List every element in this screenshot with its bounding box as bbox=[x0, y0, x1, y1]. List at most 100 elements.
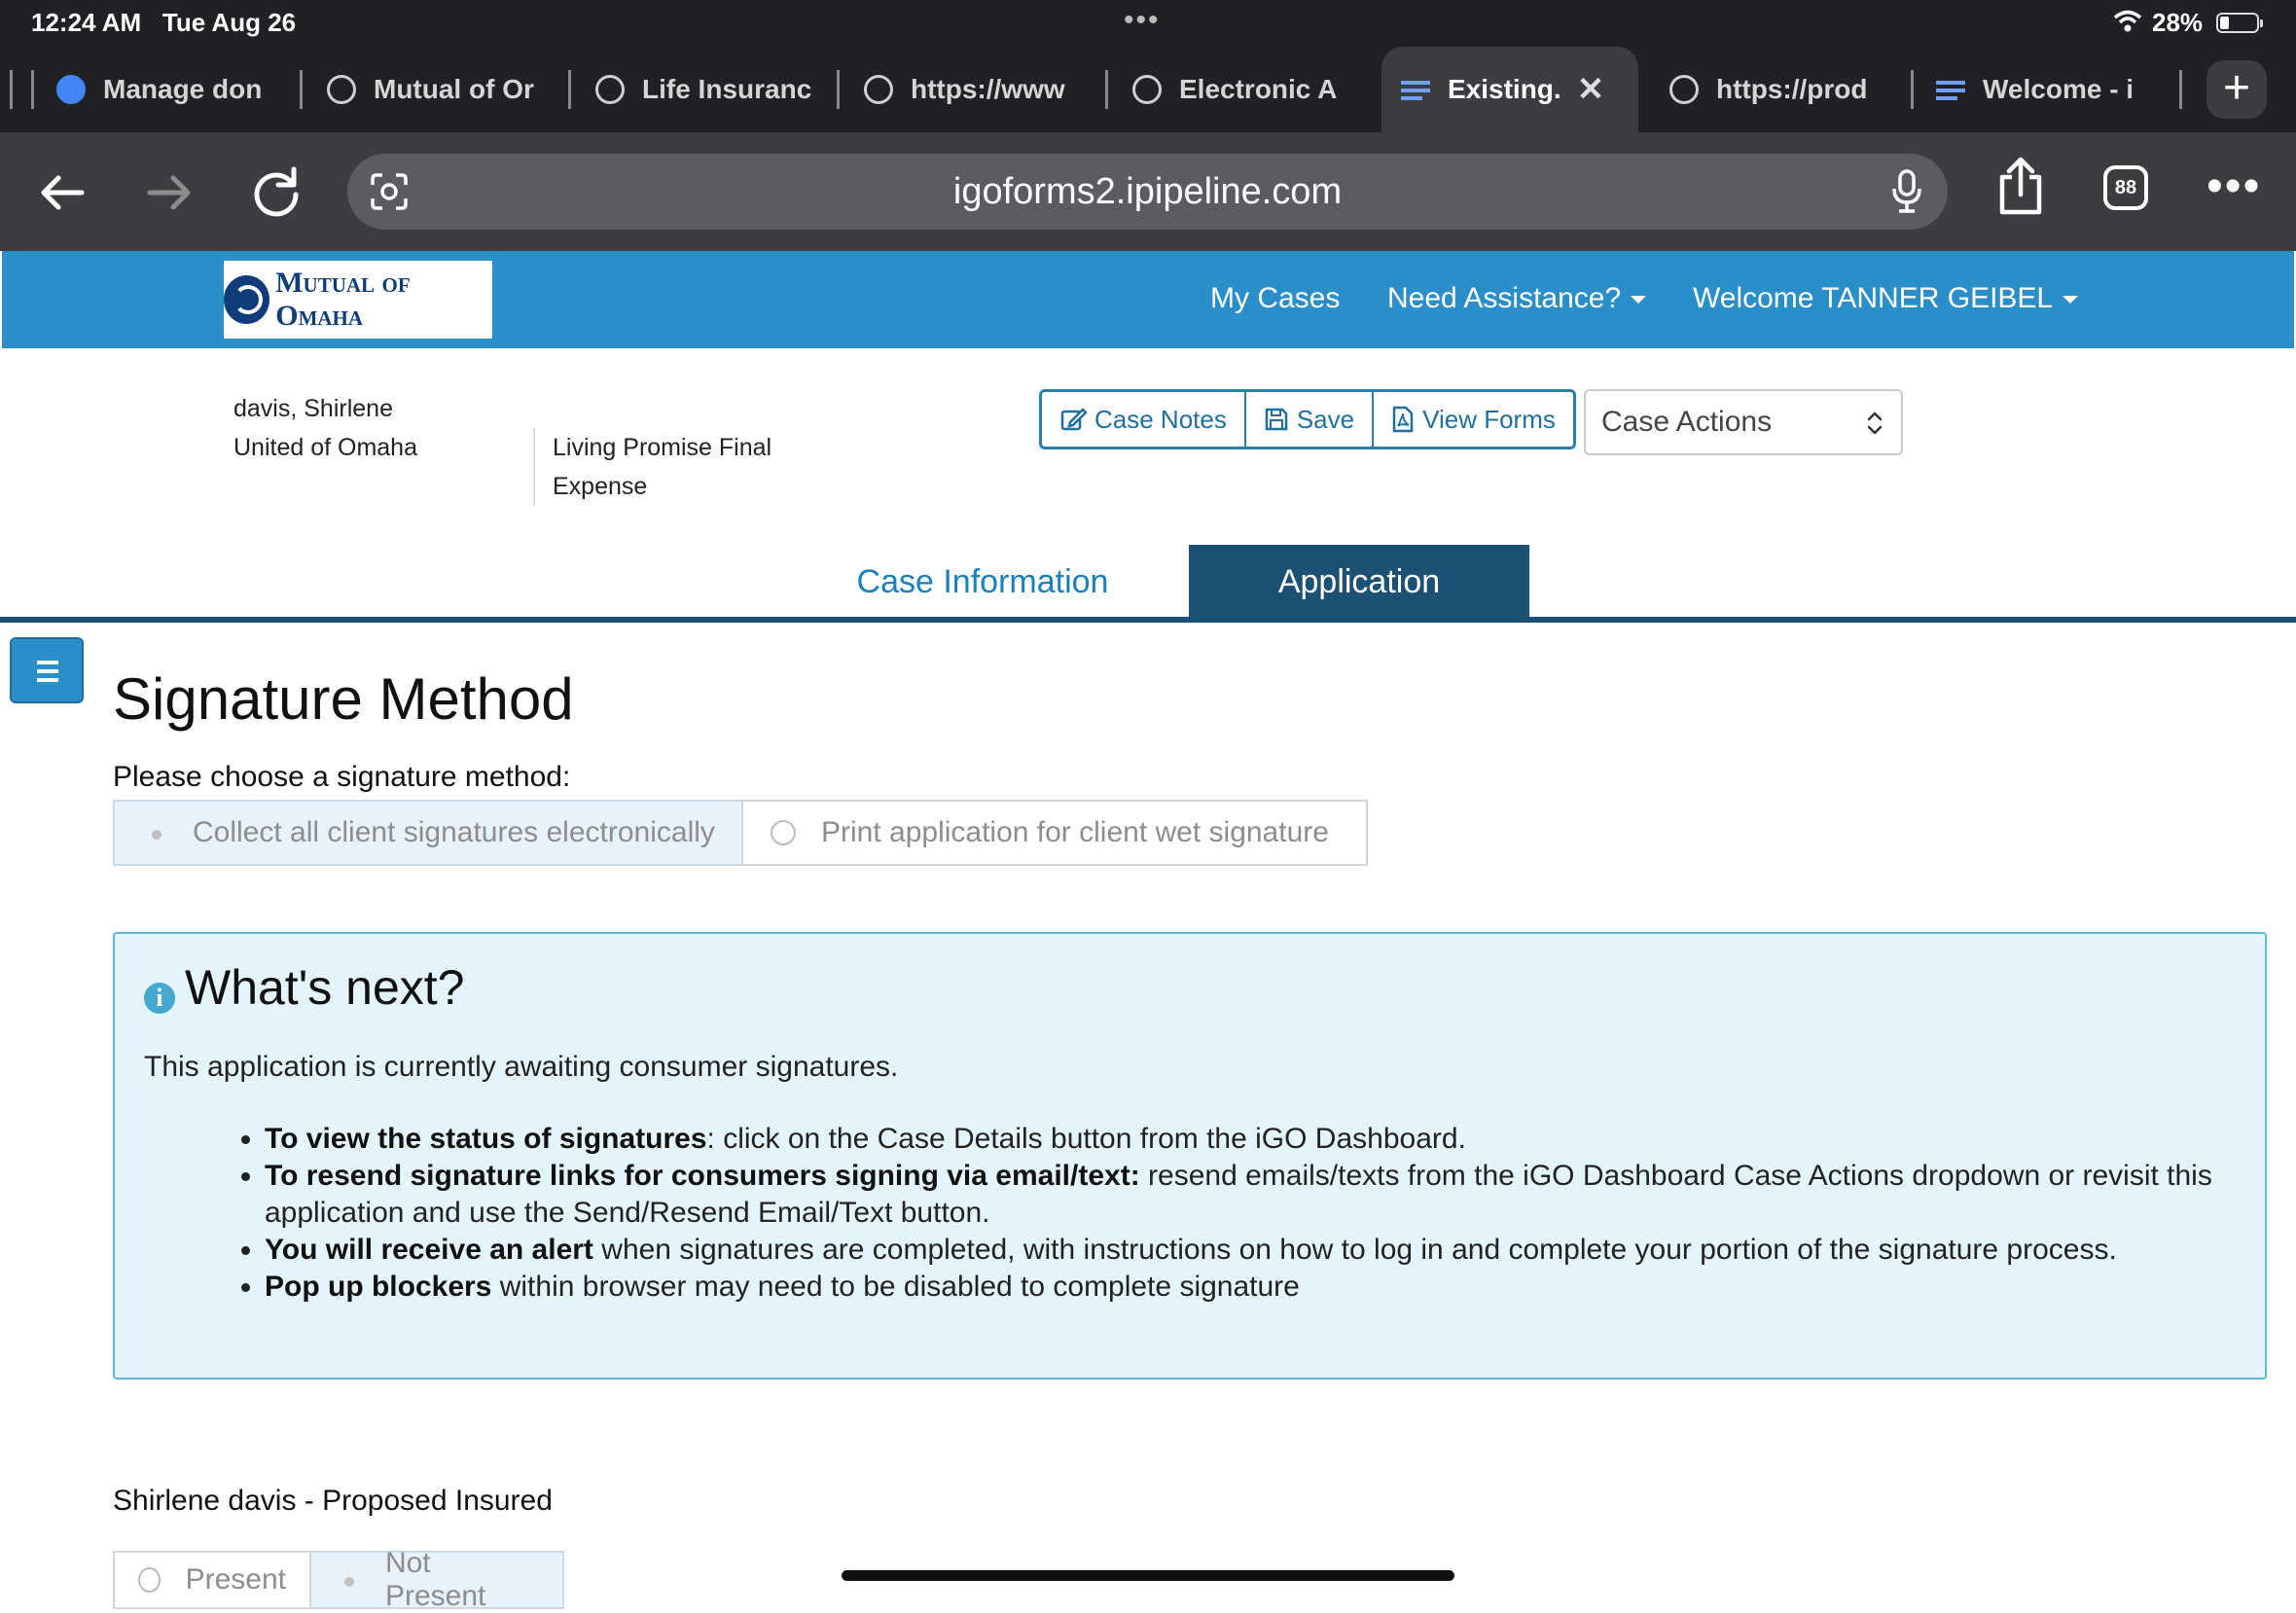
menu-bar bbox=[37, 661, 58, 664]
present-label: Present bbox=[185, 1563, 286, 1595]
list-item: You will receive an alert when signature… bbox=[265, 1232, 2249, 1269]
tab-label: Welcome - i bbox=[1983, 74, 2135, 104]
info-icon: i bbox=[144, 983, 175, 1014]
battery-icon bbox=[2216, 13, 2263, 33]
company-name: United of Omaha bbox=[233, 434, 417, 461]
tab-label: Life Insuranc bbox=[642, 74, 812, 104]
case-button-group: Case Notes Save View Forms bbox=[1039, 389, 1576, 449]
bullet-text: when signatures are completed, with inst… bbox=[592, 1234, 2117, 1266]
page-title: Signature Method bbox=[113, 666, 574, 732]
browser-tab[interactable]: https://www bbox=[864, 47, 1101, 132]
signature-method-radio-group: Collect all client signatures electronic… bbox=[113, 800, 1368, 866]
whats-next-list: To view the status of signatures: click … bbox=[245, 1121, 2249, 1306]
product-line-1: Living Promise Final bbox=[553, 434, 772, 461]
menu-lines-icon bbox=[1401, 75, 1430, 104]
browser-toolbar: igoforms2.ipipeline.com 88 ••• bbox=[0, 132, 2296, 251]
electronic-signature-option[interactable]: Collect all client signatures electronic… bbox=[113, 800, 743, 866]
browser-tab-active[interactable]: Existing. ✕ bbox=[1381, 47, 1638, 132]
tab-label: Mutual of Or bbox=[374, 74, 534, 104]
menu-bar bbox=[37, 669, 58, 673]
forward-arrow-icon[interactable] bbox=[138, 161, 200, 224]
multitasking-dots-icon[interactable]: ••• bbox=[1124, 4, 1161, 37]
view-forms-label: View Forms bbox=[1422, 404, 1556, 434]
bullet-bold: To view the status of signatures bbox=[265, 1123, 707, 1155]
radio-unselected-icon bbox=[771, 820, 796, 845]
list-item: Pop up blockers within browser may need … bbox=[265, 1269, 2249, 1306]
mutual-omaha-icon bbox=[595, 75, 625, 104]
back-arrow-icon[interactable] bbox=[31, 161, 93, 224]
not-present-option[interactable]: Not Present bbox=[311, 1547, 564, 1612]
divider bbox=[533, 428, 535, 506]
close-tab-icon[interactable]: ✕ bbox=[1577, 70, 1605, 109]
browser-tab[interactable]: https://prod bbox=[1669, 47, 1909, 132]
wet-signature-option[interactable]: Print application for client wet signatu… bbox=[743, 800, 1368, 866]
case-notes-button[interactable]: Case Notes bbox=[1042, 392, 1246, 447]
tab-case-information[interactable]: Case Information bbox=[798, 545, 1167, 619]
tab-separator bbox=[1105, 70, 1108, 109]
tab-count-text: 88 bbox=[2114, 177, 2137, 198]
sidebar-menu-button[interactable] bbox=[10, 637, 84, 703]
new-tab-button[interactable]: + bbox=[2206, 60, 2267, 119]
reload-icon[interactable] bbox=[245, 161, 307, 224]
menu-lines-icon bbox=[1936, 75, 1965, 104]
my-cases-link[interactable]: My Cases bbox=[1210, 282, 1340, 315]
bullet-bold: To resend signature links for consumers … bbox=[265, 1160, 1140, 1192]
caret-down-icon bbox=[1631, 296, 1647, 305]
not-present-label: Not Present bbox=[384, 1547, 486, 1612]
time-text: 12:24 AM bbox=[31, 8, 142, 37]
bullet-bold: Pop up blockers bbox=[265, 1271, 492, 1303]
browser-tab[interactable]: Mutual of Or bbox=[327, 47, 564, 132]
tab-count-button[interactable]: 88 bbox=[2103, 165, 2148, 210]
whats-next-description: This application is currently awaiting c… bbox=[144, 1051, 899, 1083]
save-label: Save bbox=[1296, 404, 1355, 434]
lion-logo-icon bbox=[224, 275, 270, 324]
present-option[interactable]: Present bbox=[113, 1551, 311, 1609]
electronic-option-label: Collect all client signatures electronic… bbox=[193, 816, 715, 848]
tab-separator bbox=[568, 70, 571, 109]
radio-unselected-icon bbox=[138, 1567, 161, 1593]
mutual-of-omaha-logo[interactable]: Mutual of Omaha bbox=[224, 261, 492, 339]
need-assistance-dropdown[interactable]: Need Assistance? bbox=[1387, 282, 1647, 315]
tab-separator bbox=[1911, 70, 1914, 109]
battery-percent: 28% bbox=[2152, 8, 2204, 37]
browser-tab[interactable]: Welcome - i bbox=[1936, 47, 2154, 132]
case-actions-select[interactable]: Case Actions bbox=[1584, 389, 1903, 455]
url-text: igoforms2.ipipeline.com bbox=[952, 171, 1343, 212]
more-options-icon[interactable]: ••• bbox=[2206, 160, 2261, 213]
tab-label: https://www bbox=[911, 74, 1065, 104]
wifi-icon bbox=[2113, 10, 2142, 32]
share-icon[interactable] bbox=[1994, 156, 2047, 218]
status-time: 12:24 AM Tue Aug 26 bbox=[31, 8, 296, 38]
product-line-2: Expense bbox=[553, 473, 648, 500]
browser-tab[interactable]: Manage don bbox=[56, 47, 296, 132]
signature-method-label: Please choose a signature method: bbox=[113, 761, 571, 793]
radio-selected-icon bbox=[335, 1567, 360, 1593]
address-bar[interactable]: igoforms2.ipipeline.com bbox=[347, 154, 1948, 230]
tab-label: Manage don bbox=[103, 74, 263, 104]
view-forms-button[interactable]: View Forms bbox=[1374, 392, 1573, 447]
microphone-icon[interactable] bbox=[1891, 169, 1922, 214]
browser-tab[interactable]: Electronic A bbox=[1132, 47, 1352, 132]
select-arrows-icon bbox=[1867, 412, 1883, 435]
need-assistance-label: Need Assistance? bbox=[1387, 282, 1622, 314]
google-admin-icon bbox=[56, 75, 86, 104]
proposed-insured-title: Shirlene davis - Proposed Insured bbox=[113, 1485, 553, 1517]
user-name: TANNER GEIBEL bbox=[1821, 282, 2054, 314]
product-name: Living Promise Final Expense bbox=[553, 428, 771, 506]
tab-application[interactable]: Application bbox=[1189, 545, 1529, 619]
save-button[interactable]: Save bbox=[1246, 392, 1375, 447]
browser-tab[interactable]: Life Insuranc bbox=[595, 47, 833, 132]
edit-icon bbox=[1060, 408, 1087, 431]
home-indicator[interactable] bbox=[842, 1570, 1454, 1581]
tab-separator bbox=[10, 70, 13, 109]
radio-selected-icon bbox=[142, 820, 167, 845]
case-actions-label: Case Actions bbox=[1601, 406, 1773, 438]
bullet-text: : click on the Case Details button from … bbox=[706, 1123, 1466, 1155]
tab-underline bbox=[0, 617, 2296, 623]
globe-icon bbox=[327, 75, 356, 104]
welcome-label: Welcome bbox=[1693, 282, 1814, 314]
whats-next-panel: i What's next? This application is curre… bbox=[113, 932, 2267, 1380]
user-menu-dropdown[interactable]: Welcome TANNER GEIBEL bbox=[1693, 282, 2079, 315]
tab-label: Existing. bbox=[1448, 74, 1561, 104]
globe-icon bbox=[864, 75, 893, 104]
